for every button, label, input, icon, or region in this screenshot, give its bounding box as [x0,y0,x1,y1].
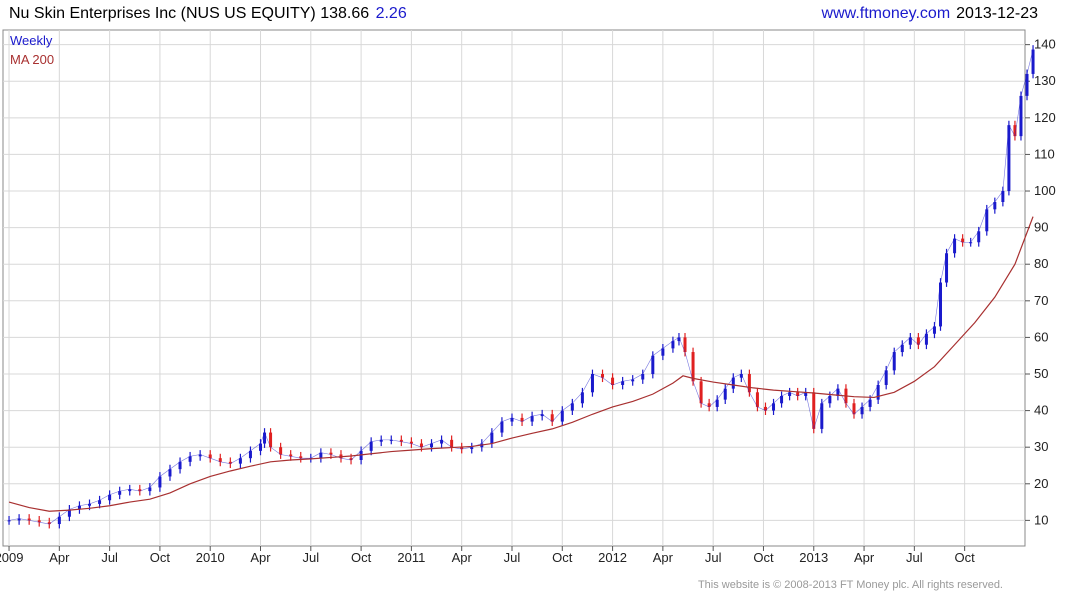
y-tick-label: 10 [1034,512,1048,527]
x-tick-label: Oct [753,550,774,565]
price-bar-body [560,410,564,422]
x-tick-label: Jul [302,550,319,565]
x-tick-label: Jul [101,550,118,565]
price-bar-body [580,392,584,404]
x-tick-label: Oct [150,550,171,565]
y-tick-label: 140 [1034,37,1056,52]
x-tick-label: Jul [705,550,722,565]
copyright-notice: This website is © 2008-2013 FT Money plc… [697,579,1003,591]
x-tick-label: Apr [452,550,473,565]
price-bar-body [490,432,494,444]
price-bar-body [7,520,11,522]
x-tick-label: Apr [653,550,674,565]
x-tick-label: 2009 [0,550,23,565]
x-tick-label: Jul [504,550,521,565]
price-bar-body [158,476,162,488]
y-tick-label: 90 [1034,220,1048,235]
x-tick-label: Apr [49,550,70,565]
x-tick-label: 2011 [397,550,425,565]
price-bar-body [500,421,504,433]
y-tick-label: 70 [1034,293,1048,308]
y-tick-label: 60 [1034,329,1048,344]
plot-area [2,29,1026,547]
y-tick-label: 50 [1034,366,1048,381]
legend-weekly: Weekly [10,33,53,48]
x-tick-label: Oct [552,550,573,565]
x-tick-label: 2010 [196,550,225,565]
y-tick-label: 80 [1034,256,1048,271]
y-tick-label: 40 [1034,403,1048,418]
y-tick-label: 120 [1034,110,1056,125]
legend-ma200: MA 200 [10,52,54,67]
x-tick-label: Oct [955,550,976,565]
x-tick-label: 2012 [598,550,627,565]
price-bar-body [590,374,594,393]
x-tick-label: Jul [906,550,923,565]
price-bar-body [369,441,373,451]
price-bar-body [263,432,267,444]
y-tick-label: 30 [1034,439,1048,454]
y-tick-label: 100 [1034,183,1056,198]
y-tick-label: 110 [1034,146,1055,161]
x-tick-label: Apr [854,550,875,565]
x-tick-label: Apr [250,550,271,565]
y-tick-label: 130 [1034,73,1056,88]
price-chart: 10 20 30 40 50 60 70 80 90 100 110 120 130 140 2009 Apr… [0,29,1056,565]
price-bar-body [651,355,655,374]
x-tick-label: 2013 [799,550,828,565]
x-tick-label: Oct [351,550,372,565]
y-tick-label: 20 [1034,476,1048,491]
